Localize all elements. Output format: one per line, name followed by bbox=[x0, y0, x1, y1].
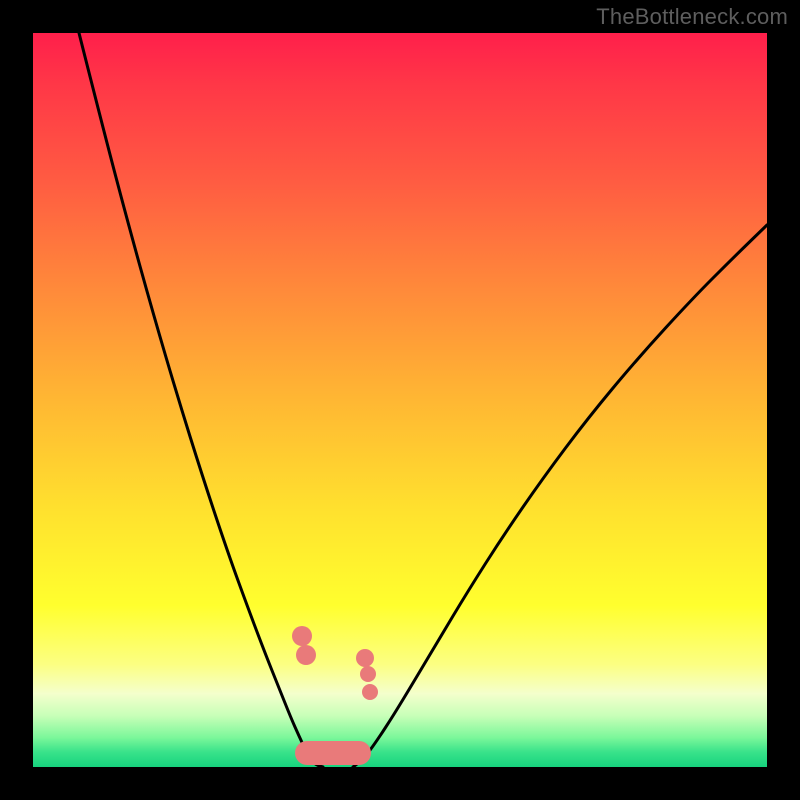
data-marker-0 bbox=[292, 626, 312, 646]
watermark-text: TheBottleneck.com bbox=[596, 4, 788, 30]
data-marker-4 bbox=[360, 666, 376, 682]
chart-frame: TheBottleneck.com bbox=[0, 0, 800, 800]
curve-right-curve bbox=[353, 225, 767, 767]
data-marker-2 bbox=[295, 741, 371, 765]
data-marker-5 bbox=[362, 684, 378, 700]
data-marker-3 bbox=[356, 649, 374, 667]
curve-left-curve bbox=[79, 33, 323, 767]
curve-group bbox=[79, 33, 767, 767]
plot-area bbox=[33, 33, 767, 767]
marker-group bbox=[292, 626, 378, 765]
curves-svg bbox=[33, 33, 767, 767]
data-marker-1 bbox=[296, 645, 316, 665]
